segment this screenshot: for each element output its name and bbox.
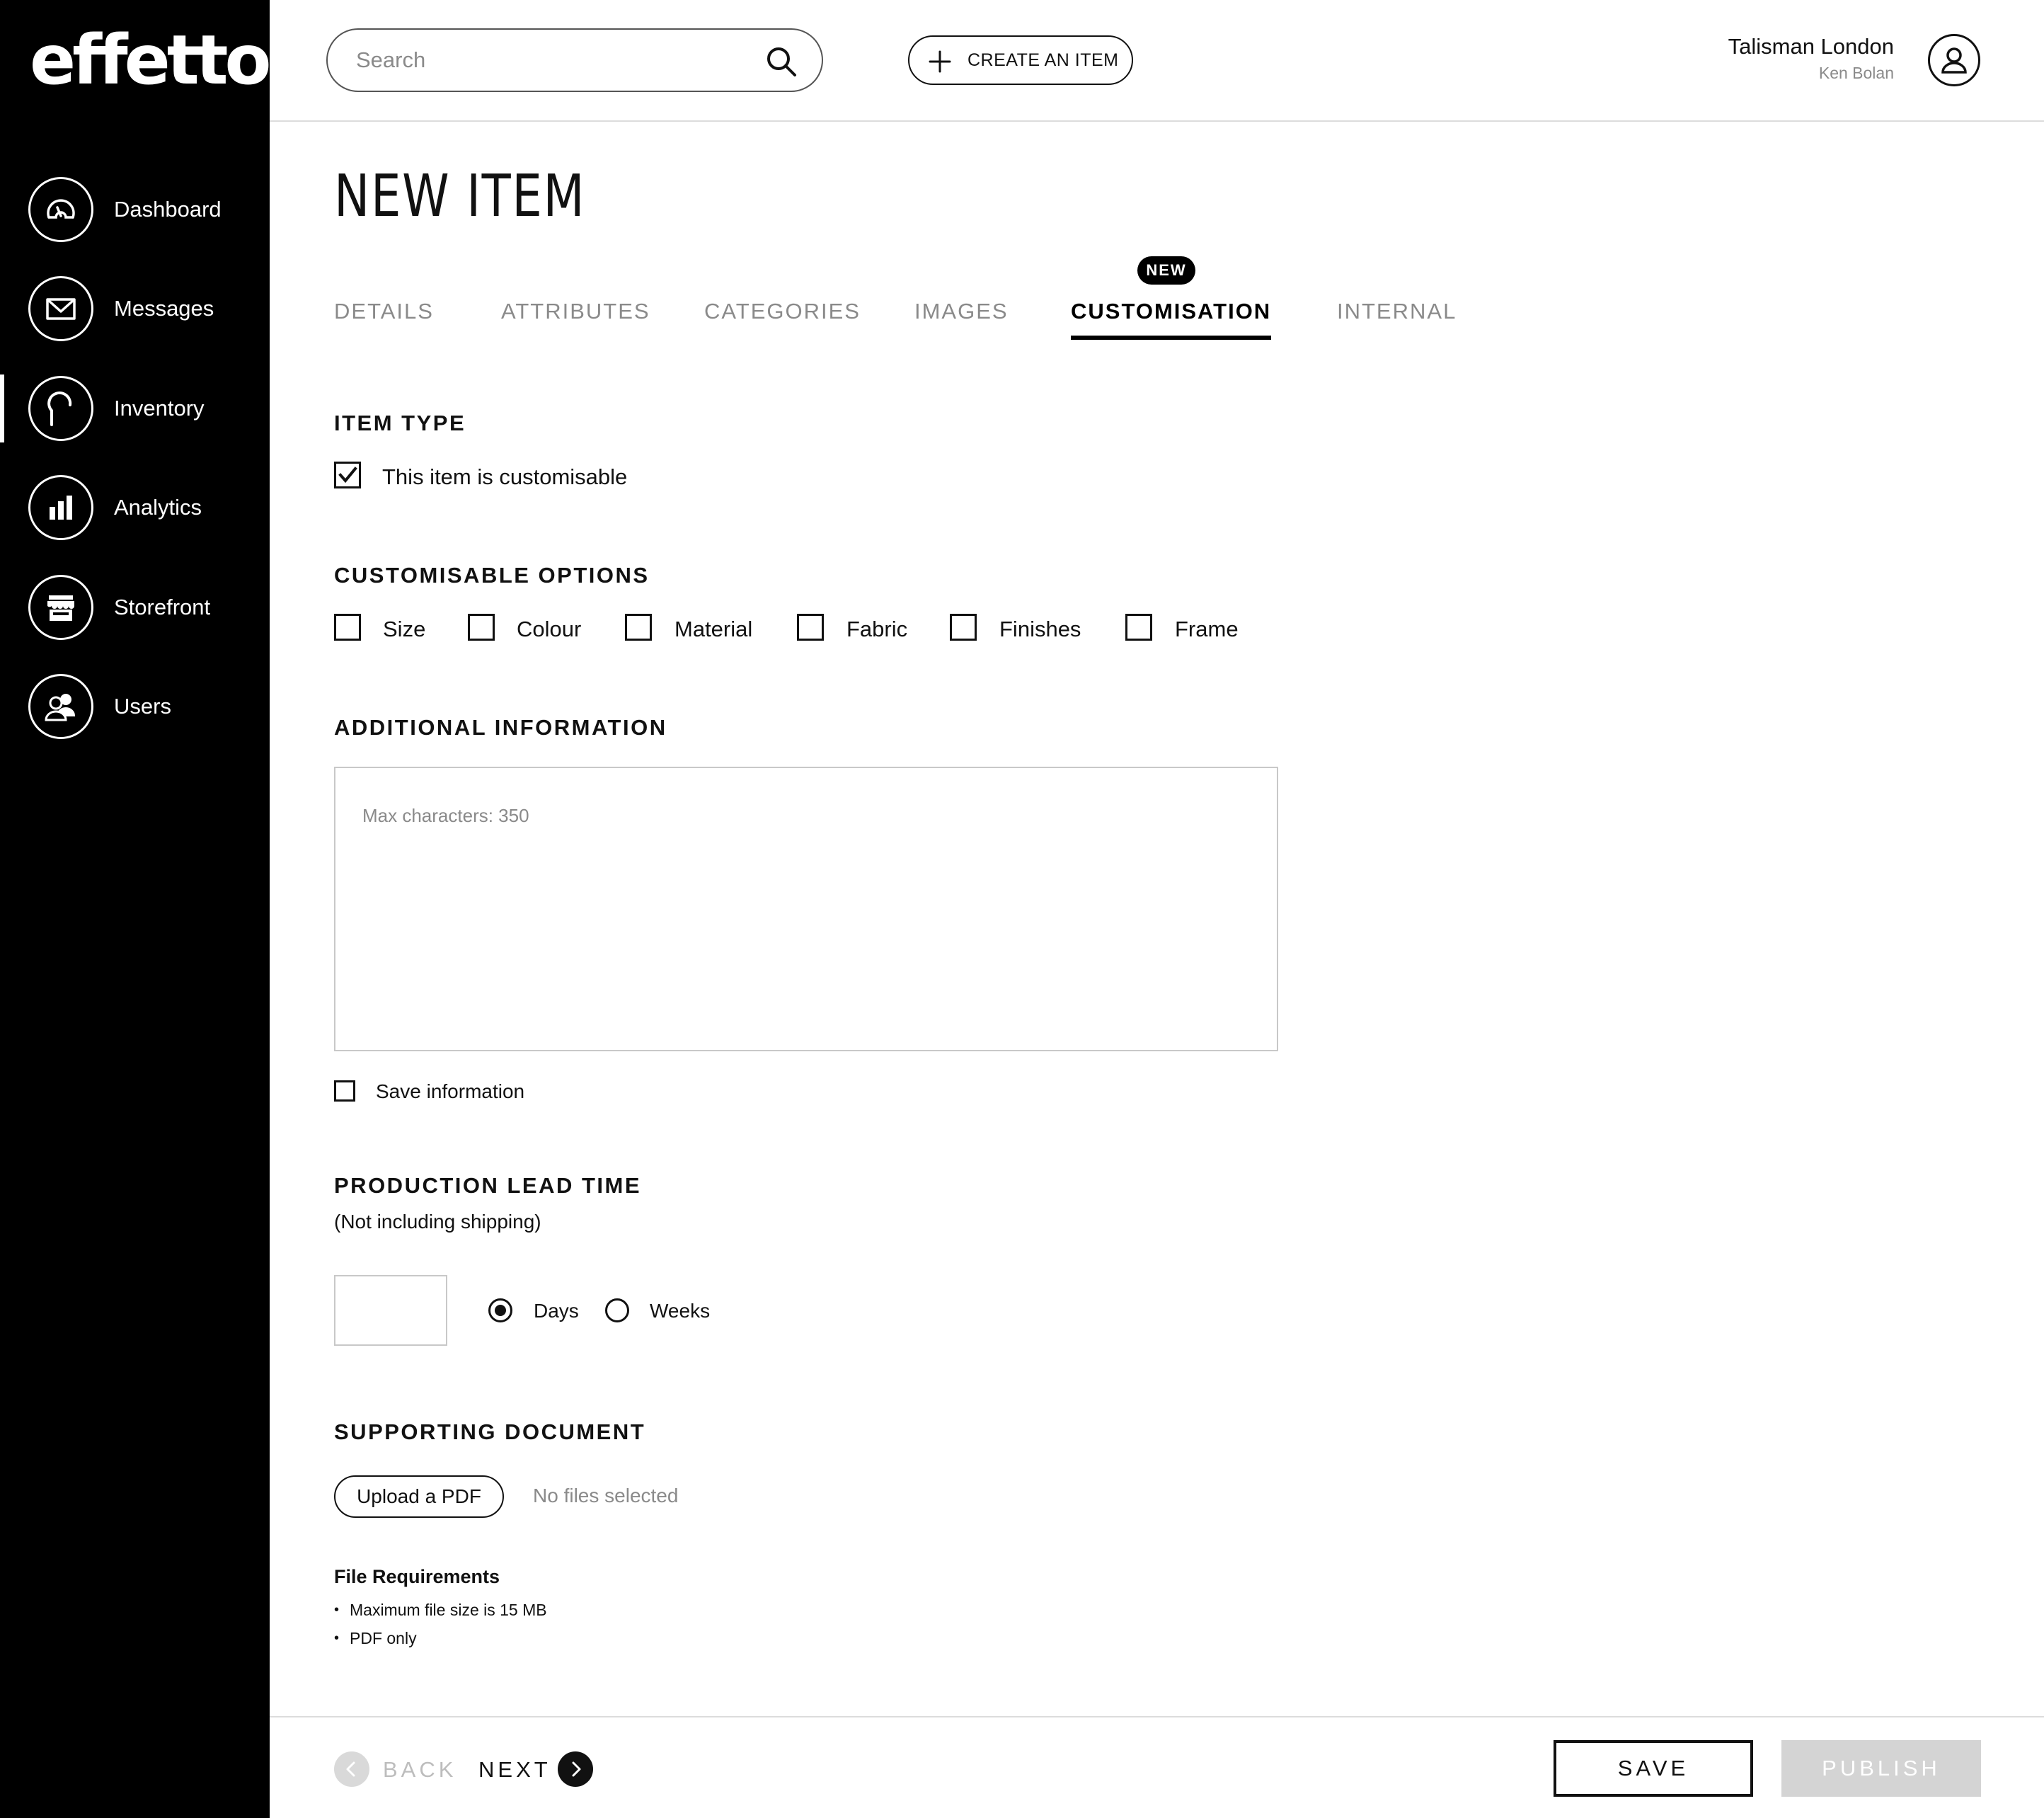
- file-requirements-list: Maximum file size is 15 MB PDF only: [334, 1596, 547, 1652]
- sidebar-item-users[interactable]: Users: [0, 673, 270, 741]
- sidebar-item-analytics[interactable]: Analytics: [0, 474, 270, 542]
- save-information-label: Save information: [376, 1080, 525, 1102]
- search-box: [326, 28, 823, 92]
- sidebar: effetto Dashboard Messages Inventory Ana…: [0, 0, 271, 1818]
- sidebar-item-messages[interactable]: Messages: [0, 275, 270, 343]
- create-item-label: CREATE AN ITEM: [968, 50, 1119, 70]
- option-fabric-checkbox[interactable]: [797, 614, 824, 641]
- weeks-radio[interactable]: [605, 1298, 629, 1322]
- checkmark-icon: [338, 467, 357, 484]
- chevron-left-icon[interactable]: [334, 1751, 369, 1787]
- tab-attributes[interactable]: ATTRIBUTES: [501, 299, 650, 324]
- page-title: NEW ITEM: [334, 163, 586, 230]
- days-label: Days: [534, 1300, 579, 1322]
- additional-info-heading: ADDITIONAL INFORMATION: [334, 715, 667, 740]
- supporting-document-heading: SUPPORTING DOCUMENT: [334, 1419, 646, 1444]
- weeks-label: Weeks: [650, 1300, 711, 1322]
- option-material-checkbox[interactable]: [625, 614, 652, 641]
- tab-images[interactable]: IMAGES: [914, 299, 1009, 324]
- tab-internal[interactable]: INTERNAL: [1337, 299, 1457, 324]
- create-item-button[interactable]: CREATE AN ITEM: [908, 35, 1133, 85]
- sidebar-item-storefront[interactable]: Storefront: [0, 573, 270, 641]
- next-button[interactable]: NEXT: [478, 1757, 551, 1783]
- sidebar-item-label: Messages: [114, 296, 214, 321]
- list-item: Maximum file size is 15 MB: [334, 1596, 547, 1624]
- customisable-options-heading: CUSTOMISABLE OPTIONS: [334, 563, 650, 588]
- chevron-right-icon[interactable]: [558, 1751, 593, 1787]
- customisable-checkbox[interactable]: [334, 462, 361, 488]
- option-finishes-checkbox[interactable]: [950, 614, 977, 641]
- item-type-heading: ITEM TYPE: [334, 411, 466, 435]
- sidebar-item-label: Storefront: [114, 595, 211, 619]
- user-avatar-icon[interactable]: [1928, 34, 1980, 86]
- search-icon[interactable]: [765, 45, 798, 78]
- option-size-checkbox[interactable]: [334, 614, 361, 641]
- customisable-label: This item is customisable: [382, 464, 628, 489]
- save-button[interactable]: SAVE: [1554, 1740, 1753, 1797]
- tab-customisation[interactable]: CUSTOMISATION: [1071, 299, 1272, 340]
- search-input[interactable]: [356, 47, 752, 73]
- main-content: NEW ITEM NEW DETAILS ATTRIBUTES CATEGORI…: [270, 122, 2044, 1716]
- top-header: CREATE AN ITEM Talisman London Ken Bolan: [270, 0, 2044, 122]
- sidebar-item-label: Dashboard: [114, 197, 222, 222]
- account-name[interactable]: Talisman London: [1728, 34, 1894, 59]
- lead-time-subtitle: (Not including shipping): [334, 1211, 541, 1233]
- tab-categories[interactable]: CATEGORIES: [704, 299, 861, 324]
- hanger-icon: [28, 376, 93, 441]
- footer-bar: BACK NEXT SAVE PUBLISH: [270, 1716, 2044, 1818]
- lead-time-input[interactable]: [334, 1275, 447, 1346]
- option-label: Colour: [517, 617, 582, 641]
- option-frame-checkbox[interactable]: [1125, 614, 1152, 641]
- option-label: Size: [383, 617, 426, 641]
- users-icon: [28, 674, 93, 739]
- gauge-icon: [28, 177, 93, 242]
- publish-button[interactable]: PUBLISH: [1781, 1740, 1981, 1797]
- option-label: Finishes: [999, 617, 1081, 641]
- app-logo[interactable]: effetto: [30, 21, 271, 99]
- upload-pdf-button[interactable]: Upload a PDF: [334, 1475, 504, 1518]
- sidebar-item-dashboard[interactable]: Dashboard: [0, 176, 270, 244]
- envelope-icon: [28, 276, 93, 341]
- save-information-checkbox[interactable]: [334, 1080, 355, 1102]
- tab-details[interactable]: DETAILS: [334, 299, 434, 324]
- sidebar-item-label: Inventory: [114, 396, 205, 421]
- days-radio[interactable]: [488, 1298, 512, 1322]
- store-icon: [28, 575, 93, 640]
- lead-time-heading: PRODUCTION LEAD TIME: [334, 1173, 642, 1198]
- sidebar-item-inventory[interactable]: Inventory: [0, 375, 270, 442]
- file-status: No files selected: [533, 1485, 679, 1507]
- sidebar-item-label: Analytics: [114, 495, 202, 520]
- option-label: Material: [674, 617, 753, 641]
- new-badge: NEW: [1137, 256, 1195, 285]
- option-colour-checkbox[interactable]: [468, 614, 495, 641]
- back-button[interactable]: BACK: [383, 1757, 457, 1783]
- bar-chart-icon: [28, 475, 93, 540]
- option-label: Frame: [1175, 617, 1239, 641]
- file-requirements-heading: File Requirements: [334, 1566, 500, 1587]
- tab-bar: DETAILS ATTRIBUTES CATEGORIES IMAGES CUS…: [334, 299, 1750, 355]
- sidebar-item-label: Users: [114, 694, 171, 719]
- plus-icon: [929, 50, 951, 73]
- list-item: PDF only: [334, 1624, 547, 1652]
- user-name: Ken Bolan: [1818, 64, 1894, 82]
- option-label: Fabric: [846, 617, 908, 641]
- additional-info-textarea[interactable]: [334, 767, 1278, 1051]
